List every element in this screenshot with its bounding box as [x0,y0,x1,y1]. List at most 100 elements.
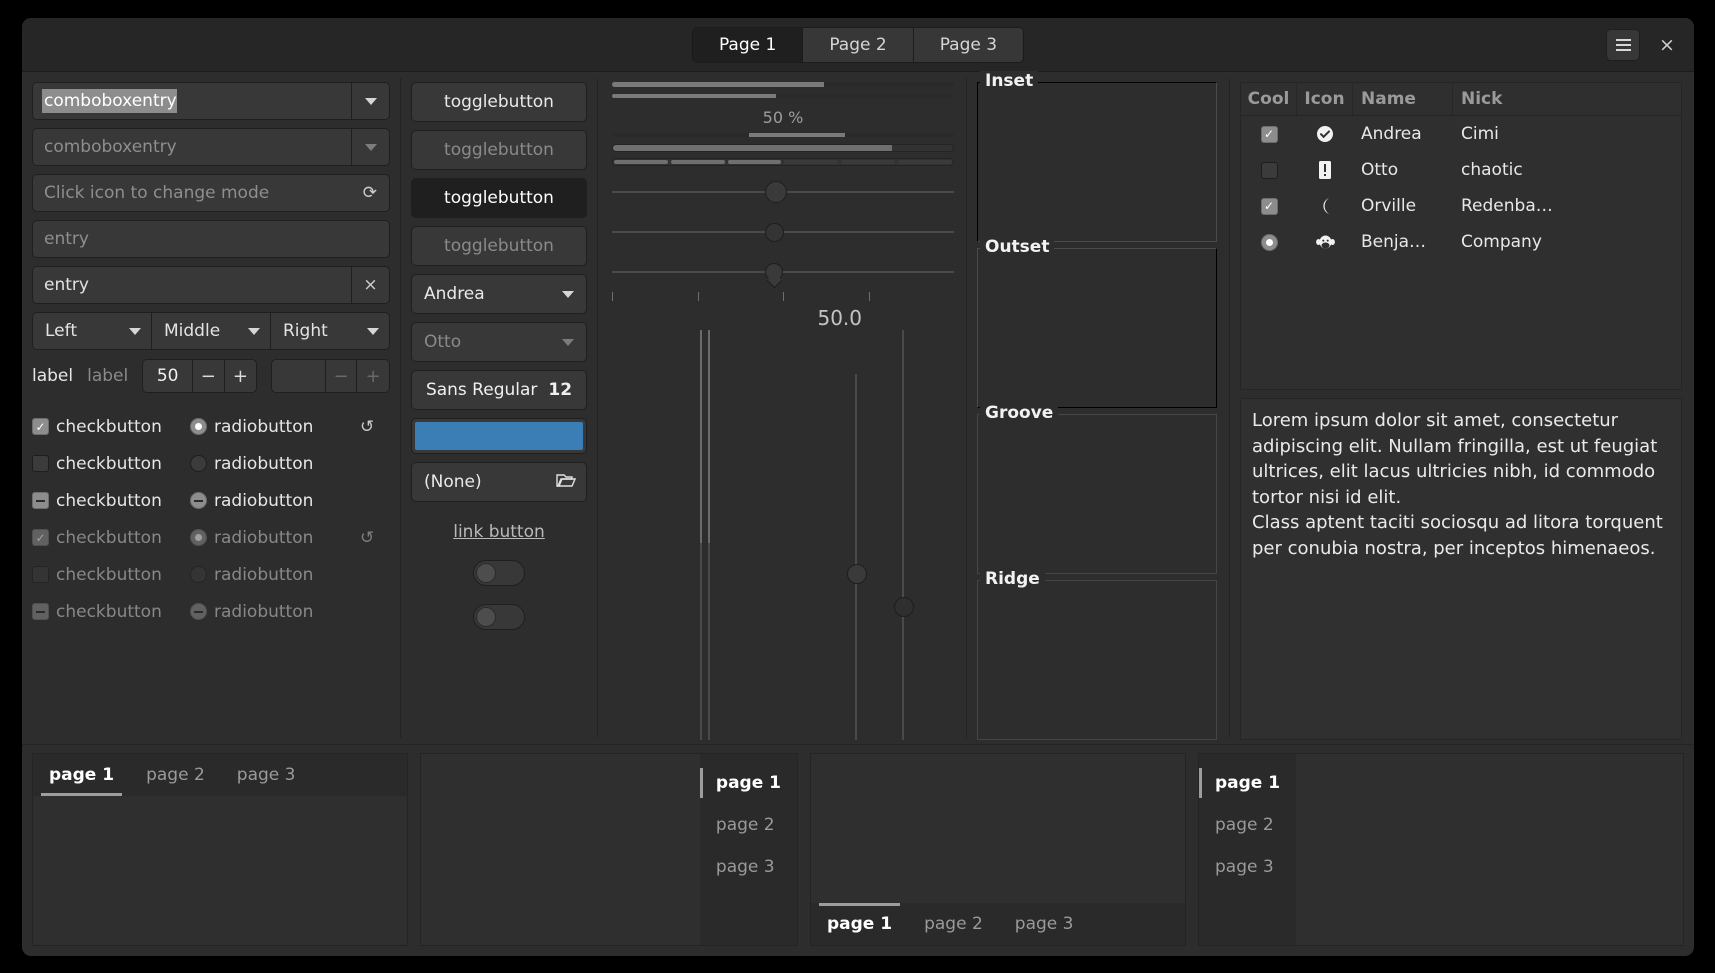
column-header-name[interactable]: Name [1353,83,1453,115]
combo-middle[interactable]: Middle [151,312,270,350]
clear-icon[interactable]: × [351,267,389,303]
radio-selected-icon [190,418,207,435]
table-row[interactable]: Benja… Company [1241,224,1681,260]
levelbar-block [841,160,896,164]
vscale-2-trough[interactable] [902,330,904,740]
combobox-andrea[interactable]: Andrea [411,274,587,314]
link-button[interactable]: link button [411,522,587,542]
checkbox-mixed-icon [32,492,49,509]
notebook-4-tab-page-1[interactable]: page 1 [1199,762,1296,804]
check-radio-row: ✓ checkbutton radiobutton ↺ [32,521,390,554]
mode-entry[interactable]: Click icon to change mode ⟳ [32,174,390,212]
switch-row-1 [411,560,587,586]
spinbutton-value[interactable]: 50 [143,360,194,392]
checkbutton-5-disabled: checkbutton [32,565,190,585]
combo-left[interactable]: Left [32,312,151,350]
column-header-nick[interactable]: Nick [1453,83,1681,115]
stack-tab-page-3[interactable]: Page 3 [913,27,1024,62]
row-4-cool[interactable] [1241,233,1297,251]
textview[interactable]: Lorem ipsum dolor sit amet, consectetur … [1240,398,1682,740]
radio-unselected-icon [190,455,207,472]
spinbutton-minus[interactable]: − [193,360,225,392]
entry-with-clear[interactable]: entry × [32,266,390,304]
radiobutton-4-label: radiobutton [214,527,314,548]
progressbar-1-fill [612,82,825,87]
frame-inset: Inset [977,71,1217,242]
spinbutton-plus[interactable]: + [225,360,257,392]
stack-tab-page-1[interactable]: Page 1 [692,27,804,62]
comboboxentry-disabled-arrow[interactable] [351,129,389,165]
row-3-icon [1297,197,1353,216]
notebook-tabs-right: page 1 page 2 page 3 [420,753,798,946]
switch-2[interactable] [473,604,525,630]
notebook-3-tab-page-1[interactable]: page 1 [811,903,908,945]
comboboxentry-disabled[interactable]: comboboxentry [32,128,390,166]
combobox-otto-disabled: Otto [411,322,587,362]
checkbutton-1[interactable]: ✓ checkbutton [32,417,190,437]
togglebutton-3-pressed[interactable]: togglebutton [411,178,587,218]
hamburger-bars [1615,38,1631,51]
treeview[interactable]: Cool Icon Name Nick ✓ Andrea Cimi Otto c… [1240,82,1682,390]
notebook-3-tab-page-3[interactable]: page 3 [999,903,1090,945]
radio-mixed-icon [190,492,207,509]
checkbutton-2[interactable]: checkbutton [32,454,190,474]
togglebutton-1[interactable]: togglebutton [411,82,587,122]
vscale-1-handle[interactable] [847,563,867,584]
checkbox-unchecked-icon [32,455,49,472]
refresh-icon[interactable]: ⟳ [363,183,389,203]
hamburger-menu-icon[interactable] [1606,28,1640,61]
segmented-combo-row: Left Middle Right [32,312,390,350]
row-4-icon [1297,233,1353,252]
radiobutton-1[interactable]: radiobutton [190,417,350,437]
notebook-2-tab-page-3[interactable]: page 3 [700,846,797,888]
row-1-cool[interactable]: ✓ [1241,125,1297,143]
row-3-cool[interactable]: ✓ [1241,197,1297,215]
checkbox-checked-disabled-icon: ✓ [32,529,49,546]
table-row[interactable]: ✓ Andrea Cimi [1241,116,1681,152]
hscale-3-handle[interactable] [765,263,784,281]
hscale-1[interactable] [612,172,954,212]
checkbutton-3[interactable]: checkbutton [32,491,190,511]
switch-1[interactable] [473,560,525,586]
column-header-cool[interactable]: Cool [1241,83,1297,115]
frame-inset-label: Inset [980,71,1039,91]
close-icon[interactable]: × [1654,32,1680,58]
font-button[interactable]: Sans Regular 12 [411,370,587,410]
notebook-4-tab-page-2[interactable]: page 2 [1199,804,1296,846]
row-2-cool[interactable] [1241,161,1297,179]
hscale-2[interactable] [612,212,954,252]
radiobutton-2[interactable]: radiobutton [190,454,350,474]
notebook-3-tab-page-2[interactable]: page 2 [908,903,999,945]
file-chooser-button[interactable]: (None) [411,462,587,502]
table-row[interactable]: ✓ Orville Redenba… [1241,188,1681,224]
notebook-1-tab-page-2[interactable]: page 2 [130,754,221,796]
hscale-3-marks[interactable] [612,252,954,292]
header-bar: Page 1 Page 2 Page 3 × [22,18,1694,72]
column-header-icon[interactable]: Icon [1297,83,1353,115]
stack-tab-page-2[interactable]: Page 2 [803,27,914,62]
notebook-1-tab-page-1[interactable]: page 1 [33,754,130,796]
radiobutton-3[interactable]: radiobutton [190,491,350,511]
notebook-2-tab-page-2[interactable]: page 2 [700,804,797,846]
spinbutton[interactable]: 50 − + [142,359,258,393]
checkbutton-1-label: checkbutton [56,416,162,437]
vscale-2-handle[interactable] [894,596,914,617]
table-row[interactable]: Otto chaotic [1241,152,1681,188]
notebook-4-page [1296,754,1683,945]
comboboxentry-active-arrow[interactable] [351,83,389,119]
color-button[interactable] [411,418,587,454]
comboboxentry-active[interactable]: comboboxentry [32,82,390,120]
checkbox-checked-icon[interactable]: ✓ [1260,197,1278,215]
combo-right[interactable]: Right [270,312,390,350]
checkbox-checked-icon[interactable]: ✓ [1260,125,1278,143]
checkbox-unchecked-icon[interactable] [1260,161,1278,179]
vscale-1-trough[interactable] [855,374,857,740]
hscale-1-handle[interactable] [765,181,788,203]
frame-outset: Outset [977,237,1217,408]
hscale-2-handle[interactable] [765,222,785,242]
notebook-1-tab-page-3[interactable]: page 3 [221,754,312,796]
radio-selected-icon[interactable] [1260,233,1278,251]
notebook-2-tab-page-1[interactable]: page 1 [699,762,797,804]
notebook-4-tab-page-3[interactable]: page 3 [1199,846,1296,888]
entry-placeholder[interactable]: entry [32,220,390,258]
